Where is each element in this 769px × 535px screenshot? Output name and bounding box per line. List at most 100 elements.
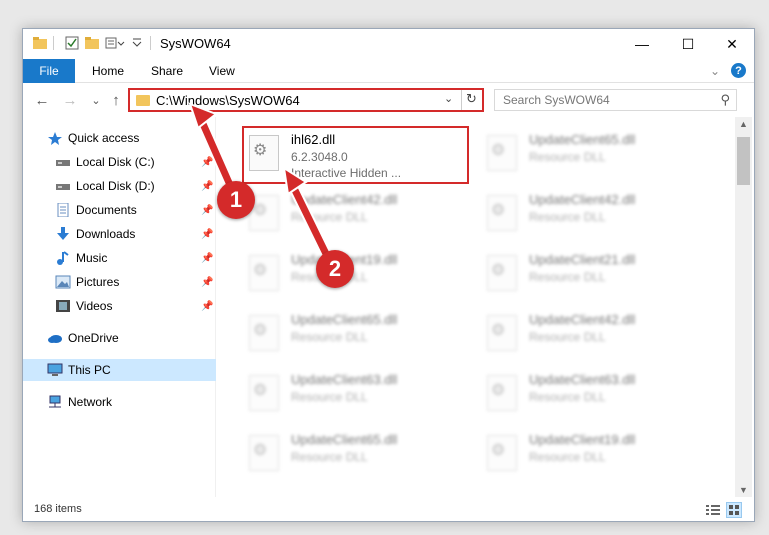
file-item[interactable]: ⚙ UpdateClient42.dll Resource DLL	[483, 307, 703, 363]
refresh-icon[interactable]: ↻	[466, 91, 477, 107]
tab-home[interactable]: Home	[92, 59, 124, 83]
forward-button[interactable]: →	[61, 90, 79, 110]
search-icon: ⚲	[720, 92, 730, 107]
properties-icon[interactable]	[65, 36, 79, 50]
explorer-window: SysWOW64 — ☐ ✕ File Home Share View ⌄ ? …	[22, 28, 755, 522]
chevron-down-icon[interactable]	[130, 36, 144, 50]
vertical-scrollbar[interactable]: ▲ ▼	[735, 117, 752, 497]
file-name: UpdateClient63.dll	[291, 372, 398, 387]
file-item[interactable]: ⚙ UpdateClient19.dll Resource DLL	[245, 247, 465, 303]
videos-icon	[55, 299, 71, 313]
sidebar-item-label: Documents	[76, 203, 137, 217]
customize-toolbar-icon[interactable]	[105, 36, 125, 50]
help-icon[interactable]: ?	[731, 63, 746, 78]
file-item[interactable]: ⚙ UpdateClient42.dll Resource DLL	[245, 187, 465, 243]
sidebar-item-onedrive[interactable]: OneDrive	[23, 327, 216, 349]
close-button[interactable]: ✕	[709, 29, 755, 59]
gear-icon: ⚙	[253, 442, 268, 459]
pin-icon[interactable]: 📌	[201, 157, 213, 168]
title-bar: SysWOW64 — ☐ ✕	[23, 29, 754, 59]
address-path[interactable]: C:\Windows\SysWOW64	[156, 93, 300, 108]
sidebar-item-music[interactable]: Music 📌	[23, 247, 216, 269]
sidebar-item-local-disk-d[interactable]: Local Disk (D:) 📌	[23, 175, 216, 197]
sidebar-item-videos[interactable]: Videos 📌	[23, 295, 216, 317]
gear-icon: ⚙	[253, 202, 268, 219]
pin-icon[interactable]: 📌	[201, 229, 213, 240]
folder-icon	[136, 95, 150, 106]
file-item[interactable]: ⚙ UpdateClient65.dll Resource DLL	[483, 127, 703, 183]
file-name: UpdateClient65.dll	[529, 132, 636, 147]
file-type: Resource DLL	[291, 390, 368, 404]
tab-view[interactable]: View	[209, 59, 235, 83]
drive-icon	[55, 179, 71, 193]
tiles-view-icon[interactable]	[726, 502, 742, 518]
pin-icon[interactable]: 📌	[201, 253, 213, 264]
navigation-bar: ← → ⌄ ↑ C:\Windows\SysWOW64 ⌄ ↻ Search S…	[23, 85, 754, 115]
tab-share[interactable]: Share	[151, 59, 183, 83]
item-count: 168 items	[34, 503, 82, 515]
sidebar-item-network[interactable]: Network	[23, 391, 216, 413]
sidebar-item-this-pc[interactable]: This PC	[23, 359, 216, 381]
back-button[interactable]: ←	[33, 90, 51, 110]
gear-icon: ⚙	[253, 382, 268, 399]
pin-icon[interactable]: 📌	[201, 301, 213, 312]
sidebar-item-label: OneDrive	[68, 331, 119, 345]
pin-icon[interactable]: 📌	[201, 277, 213, 288]
sidebar-item-local-disk-c[interactable]: Local Disk (C:) 📌	[23, 151, 216, 173]
file-type: Resource DLL	[529, 390, 606, 404]
gear-icon: ⚙	[253, 322, 268, 339]
sidebar-item-label: Music	[76, 251, 108, 265]
sidebar-item-pictures[interactable]: Pictures 📌	[23, 271, 216, 293]
address-bar[interactable]: C:\Windows\SysWOW64 ⌄ ↻	[128, 88, 484, 112]
search-placeholder: Search SysWOW64	[503, 93, 610, 107]
chevron-down-icon[interactable]: ⌄	[444, 92, 453, 105]
gear-icon: ⚙	[491, 322, 506, 339]
tab-file[interactable]: File	[23, 59, 75, 83]
gear-icon: ⚙	[491, 442, 506, 459]
scrollbar-thumb[interactable]	[737, 137, 750, 185]
details-view-icon[interactable]	[705, 502, 721, 518]
file-item[interactable]: ⚙ UpdateClient21.dll Resource DLL	[483, 247, 703, 303]
file-name: UpdateClient42.dll	[529, 192, 636, 207]
file-item[interactable]: ⚙ UpdateClient19.dll Resource DLL	[483, 427, 703, 483]
sidebar-item-label: Downloads	[76, 227, 136, 241]
sidebar-item-quick-access[interactable]: Quick access	[23, 127, 216, 149]
maximize-button[interactable]: ☐	[665, 29, 711, 59]
gear-icon: ⚙	[491, 202, 506, 219]
file-name: UpdateClient65.dll	[291, 312, 398, 327]
recent-locations-button[interactable]: ⌄	[87, 90, 105, 110]
ribbon-collapse-button[interactable]: ⌄	[710, 59, 720, 83]
folder-icon[interactable]	[33, 36, 47, 50]
scroll-up-icon[interactable]: ▲	[739, 119, 748, 129]
up-button[interactable]: ↑	[107, 90, 125, 110]
minimize-button[interactable]: —	[619, 29, 665, 59]
file-type: Resource DLL	[291, 450, 368, 464]
downloads-icon	[55, 227, 71, 241]
status-bar: 168 items	[23, 499, 754, 521]
sidebar-item-documents[interactable]: Documents 📌	[23, 199, 216, 221]
file-item[interactable]: ⚙ UpdateClient65.dll Resource DLL	[245, 427, 465, 483]
pin-icon[interactable]: 📌	[201, 205, 213, 216]
file-item[interactable]: ⚙ UpdateClient42.dll Resource DLL	[483, 187, 703, 243]
onedrive-icon	[47, 331, 63, 345]
file-item[interactable]: ⚙ UpdateClient63.dll Resource DLL	[483, 367, 703, 423]
file-name: UpdateClient42.dll	[529, 312, 636, 327]
file-type: Resource DLL	[291, 330, 368, 344]
new-folder-icon[interactable]	[85, 36, 99, 50]
sidebar-item-label: Local Disk (D:)	[76, 179, 155, 193]
file-list: ⚙ ihl62.dll 6.2.3048.0 Interactive Hidde…	[223, 117, 733, 497]
file-name: UpdateClient63.dll	[529, 372, 636, 387]
file-item[interactable]: ⚙ UpdateClient65.dll Resource DLL	[245, 307, 465, 363]
gear-icon: ⚙	[253, 262, 268, 279]
gear-icon: ⚙	[491, 382, 506, 399]
search-input[interactable]: Search SysWOW64 ⚲	[494, 89, 737, 111]
pin-icon[interactable]: 📌	[201, 181, 213, 192]
sidebar-item-label: Local Disk (C:)	[76, 155, 155, 169]
sidebar-item-downloads[interactable]: Downloads 📌	[23, 223, 216, 245]
file-name: UpdateClient42.dll	[291, 192, 398, 207]
scroll-down-icon[interactable]: ▼	[739, 485, 748, 495]
file-item[interactable]: ⚙ UpdateClient63.dll Resource DLL	[245, 367, 465, 423]
sidebar-item-label: Network	[68, 395, 113, 409]
file-type: Resource DLL	[529, 150, 606, 164]
network-icon	[47, 395, 63, 409]
